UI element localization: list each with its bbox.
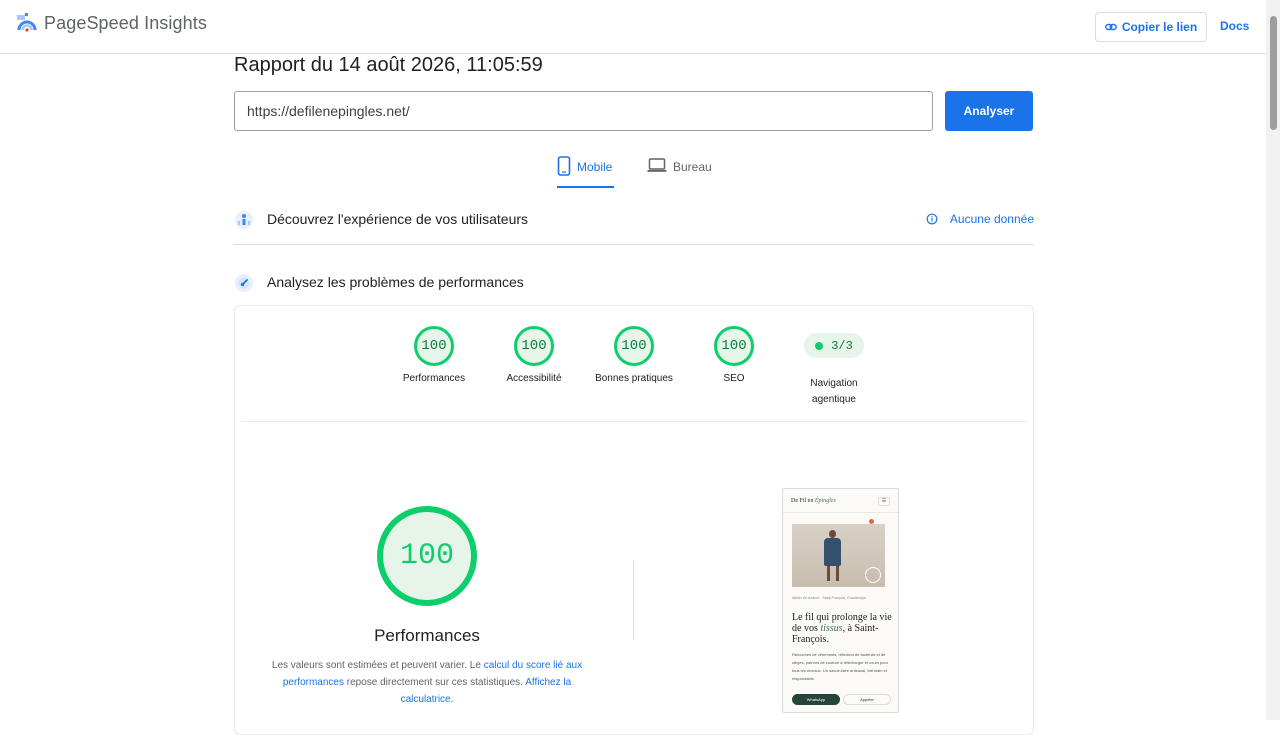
vertical-separator — [633, 560, 634, 640]
brand[interactable]: PageSpeed Insights — [16, 12, 207, 34]
link-icon — [1104, 23, 1117, 31]
preview-figure-dress — [824, 538, 841, 566]
preview-header-divider — [783, 512, 898, 513]
tab-desktop-label: Bureau — [673, 160, 712, 174]
preview-figure-head — [829, 530, 836, 538]
report-title: Rapport du 14 août 2026, 11:05:59 — [234, 54, 543, 76]
scrollbar-thumb[interactable] — [1270, 16, 1277, 130]
preview-figure-legs — [827, 566, 839, 581]
no-data-status[interactable]: Aucune donnée — [926, 212, 1034, 226]
url-input[interactable] — [234, 91, 933, 131]
info-icon — [926, 213, 938, 225]
agentic-navigation-pill[interactable]: 3/3 — [804, 333, 864, 358]
pagespeed-logo-icon — [17, 13, 37, 32]
section-divider — [234, 244, 1034, 245]
note-text-3: . — [450, 694, 454, 705]
preview-call-button: Appeler — [843, 694, 891, 705]
gauge-best-practices[interactable]: 100 Bonnes pratiques — [584, 325, 684, 384]
tab-mobile-label: Mobile — [577, 160, 613, 174]
performance-big-score: 100 — [399, 539, 454, 573]
users-experience-icon — [235, 211, 253, 229]
tab-mobile[interactable]: Mobile — [557, 156, 615, 188]
gauge-accessibility[interactable]: 100 Accessibilité — [484, 325, 584, 384]
pass-dot-icon — [815, 341, 824, 350]
no-data-label: Aucune donnée — [949, 212, 1034, 226]
analyze-button[interactable]: Analyser — [945, 91, 1033, 131]
performance-big-title: Performances — [374, 626, 480, 645]
preview-site-name-plain: De Fil en — [791, 498, 815, 504]
lab-data-title: Analysez les problèmes de performances — [267, 274, 524, 290]
lab-data-section: Analysez les problèmes de performances — [234, 269, 1034, 295]
app-name: PageSpeed Insights — [44, 12, 207, 33]
preview-whatsapp-button: WhatsApp — [792, 694, 840, 705]
gauge-label: Performances — [402, 373, 466, 384]
copy-link-label: Copier le lien — [1121, 20, 1198, 34]
docs-link[interactable]: Docs — [1220, 19, 1249, 33]
note-text-2: repose directement sur ces statistiques. — [343, 677, 526, 688]
gauge-ring: 100 — [713, 325, 755, 367]
gauge-score: 100 — [621, 338, 647, 354]
gauge-score: 100 — [721, 338, 747, 354]
preview-body-text: Retouches de vêtements, réfection de fau… — [792, 652, 889, 681]
gauge-label: SEO — [723, 373, 745, 384]
field-data-section: Découvrez l'expérience de vos utilisateu… — [234, 206, 1034, 232]
field-data-title: Découvrez l'expérience de vos utilisateu… — [267, 211, 529, 227]
gauge-ring: 100 — [513, 325, 555, 367]
preview-accent-dot — [869, 519, 874, 524]
note-text-1: Les valeurs sont estimées et peuvent var… — [271, 660, 484, 671]
gauge-label: Bonnes pratiques — [595, 373, 673, 384]
gauge-performance[interactable]: 100 Performances — [384, 325, 484, 384]
gauge-score: 100 — [421, 338, 447, 354]
preview-site-name: De Fil en Épingles — [791, 498, 836, 504]
mobile-screenshot-preview[interactable]: De Fil en Épingles ☰ Atelier de couture … — [782, 488, 899, 713]
preview-headline-italic: tissus — [820, 623, 843, 634]
smartphone-icon — [557, 156, 571, 176]
preview-caption: Atelier de couture · Saint-François, Gua… — [792, 596, 867, 600]
preview-headline: Le fil qui prolonge la vie de vos tissus… — [792, 612, 892, 645]
preview-menu-icon: ☰ — [878, 497, 890, 506]
top-bar: PageSpeed Insights Copier le lien Docs — [0, 0, 1266, 54]
gauge-ring: 100 — [613, 325, 655, 367]
performance-note: Les valeurs sont estimées et peuvent var… — [267, 657, 587, 708]
performance-diagnose-icon — [235, 274, 253, 292]
gauge-seo[interactable]: 100 SEO — [684, 325, 784, 384]
gauge-score: 100 — [521, 338, 547, 354]
agentic-navigation-label: Navigation agentique — [810, 378, 858, 405]
gauge-ring: 100 — [413, 325, 455, 367]
preview-site-name-italic: Épingles — [814, 498, 836, 504]
laptop-icon — [647, 158, 667, 172]
copy-link-button[interactable]: Copier le lien — [1095, 12, 1207, 42]
gauge-label: Accessibilité — [506, 373, 562, 384]
preview-badge-icon — [865, 567, 881, 583]
tab-desktop[interactable]: Bureau — [647, 156, 712, 188]
agentic-score: 3/3 — [831, 338, 853, 353]
gauges-divider — [241, 421, 1027, 422]
